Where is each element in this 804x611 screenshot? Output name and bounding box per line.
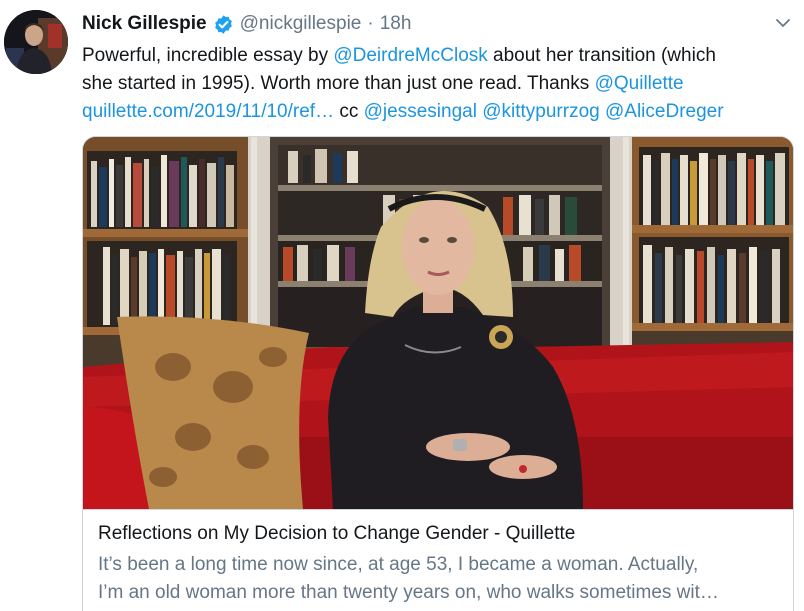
link-preview-card[interactable]: Reflections on My Decision to Change Gen… xyxy=(82,136,794,611)
verified-badge-icon xyxy=(213,14,234,35)
timestamp[interactable]: 18h xyxy=(380,13,412,35)
chevron-down-icon[interactable] xyxy=(774,14,792,32)
mention-quillette[interactable]: @Quillette xyxy=(595,73,684,94)
mention-kittypurrzog[interactable]: @kittypurrzog xyxy=(482,101,600,122)
text-segment: about her transition (which xyxy=(487,45,716,66)
mention-alicedreger[interactable]: @AliceDreger xyxy=(605,101,724,122)
mention-jessesingal[interactable]: @jessesingal xyxy=(364,101,477,122)
text-segment: Powerful, incredible essay by xyxy=(82,45,334,66)
text-segment: she started in 1995). Worth more than ju… xyxy=(82,73,595,94)
card-image[interactable] xyxy=(83,137,793,509)
separator-dot: · xyxy=(367,13,374,34)
tweet-header: Nick Gillespie @nickgillespie · 18h xyxy=(82,12,411,36)
card-description-line: It’s been a long time now since, at age … xyxy=(98,554,699,575)
text-segment: cc xyxy=(334,101,364,122)
card-body: Reflections on My Decision to Change Gen… xyxy=(83,509,793,607)
card-title[interactable]: Reflections on My Decision to Change Gen… xyxy=(98,521,778,547)
tweet-text-line: quillette.com/2019/11/10/ref… cc @jesses… xyxy=(82,98,798,126)
mention-deirdremcclosk[interactable]: @DeirdreMcClosk xyxy=(333,45,487,66)
tweet-text: Powerful, incredible essay by @DeirdreMc… xyxy=(82,42,798,126)
tweet-text-line: she started in 1995). Worth more than ju… xyxy=(82,70,798,98)
avatar[interactable] xyxy=(4,10,68,74)
article-link[interactable]: quillette.com/2019/11/10/ref… xyxy=(82,101,334,122)
tweet[interactable]: Nick Gillespie @nickgillespie · 18h Powe… xyxy=(0,0,804,611)
card-description: It’s been a long time now since, at age … xyxy=(98,551,778,607)
display-name[interactable]: Nick Gillespie xyxy=(82,13,207,35)
username-handle[interactable]: @nickgillespie xyxy=(240,13,362,35)
card-description-line: I’m an old woman more than twenty years … xyxy=(98,582,719,603)
tweet-text-line: Powerful, incredible essay by @DeirdreMc… xyxy=(82,42,798,70)
